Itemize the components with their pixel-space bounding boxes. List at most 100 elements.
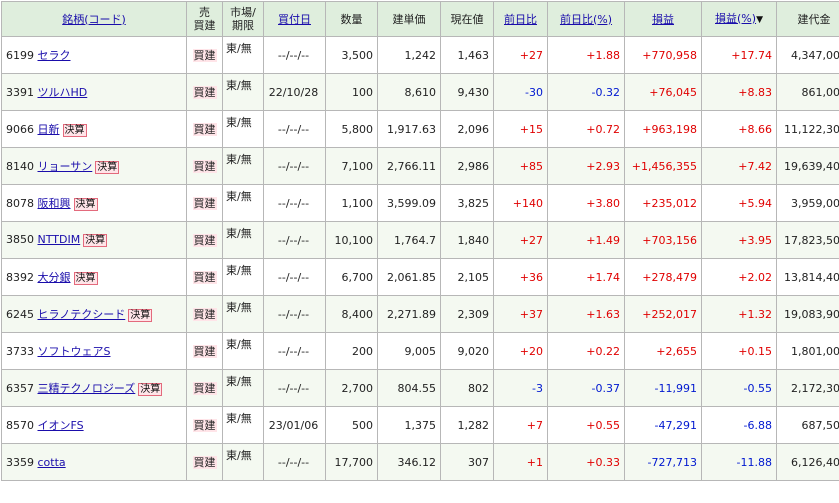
stock-code: 8570 xyxy=(6,419,34,432)
table-body: 6199 セラク買建東/無--/--/--3,5001,2421,463+27+… xyxy=(2,37,839,481)
pl-pct-cell: +2.02 xyxy=(702,259,777,296)
stock-name-link[interactable]: 阪和興 xyxy=(38,197,71,210)
buysell-badge: 買建 xyxy=(193,271,217,284)
buydate-cell: --/--/-- xyxy=(264,333,326,370)
stock-code: 6199 xyxy=(6,49,34,62)
stock-cell: 8392 大分銀決算 xyxy=(2,259,187,296)
stock-cell: 6357 三精テクノロジーズ決算 xyxy=(2,370,187,407)
sort-link-chgpct[interactable]: 前日比(%) xyxy=(560,13,612,26)
stock-name-link[interactable]: NTTDIM xyxy=(38,233,81,246)
buydate-value: --/--/-- xyxy=(278,123,309,136)
market-label: 東/無 xyxy=(226,42,252,55)
pl-cell: +963,198 xyxy=(625,111,702,148)
pl-cell: -727,713 xyxy=(625,444,702,481)
stock-name-link[interactable]: ヒラノテクシード xyxy=(38,308,126,321)
market-cell: 東/無 xyxy=(223,296,264,333)
stock-name-link[interactable]: リョーサン xyxy=(38,160,93,173)
pl-cell: +703,156 xyxy=(625,222,702,259)
table-row: 8078 阪和興決算買建東/無--/--/--1,1003,599.093,82… xyxy=(2,185,839,222)
amount-cell: 19,083,900 xyxy=(777,296,839,333)
buydate-value: 23/01/06 xyxy=(269,419,318,432)
table-row: 3733 ソフトウェアS買建東/無--/--/--2009,0059,020+2… xyxy=(2,333,839,370)
sort-link-pl[interactable]: 損益 xyxy=(652,13,674,26)
change-pct-cell: +0.22 xyxy=(548,333,625,370)
market-cell: 東/無 xyxy=(223,37,264,74)
header-buydate[interactable]: 買付日 xyxy=(264,2,326,37)
change-cell: -30 xyxy=(494,74,548,111)
table-row: 8392 大分銀決算買建東/無--/--/--6,7002,061.852,10… xyxy=(2,259,839,296)
qty-cell: 200 xyxy=(326,333,378,370)
stock-name-link[interactable]: イオンFS xyxy=(38,419,84,432)
buydate-cell: --/--/-- xyxy=(264,444,326,481)
qty-cell: 2,700 xyxy=(326,370,378,407)
pl-cell: +76,045 xyxy=(625,74,702,111)
amount-cell: 19,639,400 xyxy=(777,148,839,185)
sort-desc-icon: ▼ xyxy=(756,15,763,25)
market-label: 東/無 xyxy=(226,79,252,92)
market-cell: 東/無 xyxy=(223,148,264,185)
table-row: 6199 セラク買建東/無--/--/--3,5001,2421,463+27+… xyxy=(2,37,839,74)
market-label: 東/無 xyxy=(226,375,252,388)
stock-name-link[interactable]: 大分銀 xyxy=(38,271,71,284)
market-cell: 東/無 xyxy=(223,333,264,370)
stock-name-link[interactable]: ソフトウェアS xyxy=(38,345,111,358)
change-cell: +15 xyxy=(494,111,548,148)
stock-code: 6245 xyxy=(6,308,34,321)
buydate-cell: --/--/-- xyxy=(264,148,326,185)
current-price-cell: 802 xyxy=(441,370,494,407)
buydate-cell: --/--/-- xyxy=(264,185,326,222)
header-pl[interactable]: 損益 xyxy=(625,2,702,37)
buysell-badge: 買建 xyxy=(193,456,217,469)
amount-cell: 687,500 xyxy=(777,407,839,444)
earnings-badge: 決算 xyxy=(63,124,87,137)
pl-pct-cell: +0.15 xyxy=(702,333,777,370)
market-cell: 東/無 xyxy=(223,111,264,148)
earnings-badge: 決算 xyxy=(74,198,98,211)
current-price-cell: 2,105 xyxy=(441,259,494,296)
amount-cell: 13,814,400 xyxy=(777,259,839,296)
header-chgpct[interactable]: 前日比(%) xyxy=(548,2,625,37)
market-label: 東/無 xyxy=(226,449,252,462)
market-cell: 東/無 xyxy=(223,259,264,296)
header-name[interactable]: 銘柄(コード) xyxy=(2,2,187,37)
buysell-cell: 買建 xyxy=(187,111,223,148)
header-plpct[interactable]: 損益(%)▼ xyxy=(702,2,777,37)
pl-cell: +235,012 xyxy=(625,185,702,222)
unit-price-cell: 804.55 xyxy=(378,370,441,407)
pl-cell: +1,456,355 xyxy=(625,148,702,185)
stock-name-link[interactable]: 日新 xyxy=(38,123,60,136)
buydate-value: --/--/-- xyxy=(278,49,309,62)
market-cell: 東/無 xyxy=(223,370,264,407)
buysell-cell: 買建 xyxy=(187,222,223,259)
sort-link-chg[interactable]: 前日比 xyxy=(504,13,537,26)
change-cell: -3 xyxy=(494,370,548,407)
change-cell: +1 xyxy=(494,444,548,481)
amount-cell: 861,000 xyxy=(777,74,839,111)
stock-name-link[interactable]: cotta xyxy=(38,456,66,469)
change-cell: +27 xyxy=(494,222,548,259)
change-pct-cell: -0.37 xyxy=(548,370,625,407)
buydate-cell: --/--/-- xyxy=(264,222,326,259)
amount-cell: 4,347,000 xyxy=(777,37,839,74)
stock-name-link[interactable]: ツルハHD xyxy=(38,86,88,99)
stock-cell: 3733 ソフトウェアS xyxy=(2,333,187,370)
buysell-badge: 買建 xyxy=(193,197,217,210)
table-row: 8570 イオンFS買建東/無23/01/065001,3751,282+7+0… xyxy=(2,407,839,444)
header-chg[interactable]: 前日比 xyxy=(494,2,548,37)
stock-name-link[interactable]: セラク xyxy=(38,49,71,62)
buydate-value: --/--/-- xyxy=(278,345,309,358)
pl-pct-cell: -6.88 xyxy=(702,407,777,444)
change-pct-cell: +0.55 xyxy=(548,407,625,444)
stock-code: 8078 xyxy=(6,197,34,210)
pl-pct-cell: +8.66 xyxy=(702,111,777,148)
earnings-badge: 決算 xyxy=(83,234,107,247)
market-label: 東/無 xyxy=(226,190,252,203)
pl-cell: -47,291 xyxy=(625,407,702,444)
sort-link-plpct[interactable]: 損益(%) xyxy=(715,12,756,25)
stock-name-link[interactable]: 三精テクノロジーズ xyxy=(38,382,136,395)
sort-link-name[interactable]: 銘柄(コード) xyxy=(62,13,126,26)
sort-link-buydate[interactable]: 買付日 xyxy=(278,13,311,26)
earnings-badge: 決算 xyxy=(138,383,162,396)
qty-cell: 5,800 xyxy=(326,111,378,148)
table-row: 3850 NTTDIM決算買建東/無--/--/--10,1001,764.71… xyxy=(2,222,839,259)
